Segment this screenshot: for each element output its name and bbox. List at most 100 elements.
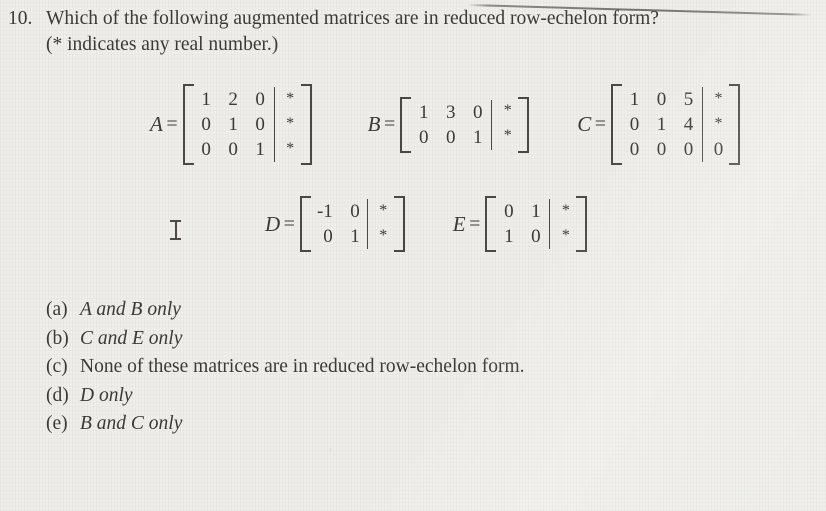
cell: 1 bbox=[531, 201, 541, 222]
cell: 0 bbox=[350, 201, 360, 222]
choice-c[interactable]: (c) None of these matrices are in reduced… bbox=[46, 353, 525, 382]
matrix-c-label: C bbox=[577, 112, 592, 136]
matrix-row: 1 3 0 * bbox=[410, 98, 520, 125]
matrix-d-grid: -1 0 * 0 1 * bbox=[310, 198, 395, 249]
question-line-1: Which of the following augmented matrice… bbox=[46, 8, 659, 29]
choice-b[interactable]: (b) C and E only bbox=[46, 325, 525, 354]
matrix-a: A = 1 2 0 * 0 1 0 * 0 0 1 * bbox=[150, 84, 312, 165]
answer-choices: (a) A and B only (b) C and E only (c) None … bbox=[46, 296, 525, 439]
cell: 0 bbox=[418, 126, 429, 148]
choice-e-text: B and C only bbox=[80, 413, 183, 434]
choice-e[interactable]: (e) B and C only bbox=[46, 410, 525, 439]
cell: 0 bbox=[531, 226, 541, 247]
matrix-e: E = 0 1 * 1 0 * bbox=[453, 196, 588, 252]
choice-a-tag: (a) bbox=[46, 299, 68, 320]
choice-a[interactable]: (a) A and B only bbox=[46, 296, 525, 325]
augment-cell: * bbox=[549, 198, 578, 223]
matrix-d: D = -1 0 * 0 1 * bbox=[265, 196, 405, 252]
cell: 0 bbox=[323, 226, 333, 247]
matrix-e-grid: 0 1 * 1 0 * bbox=[495, 198, 578, 249]
cell: 1 bbox=[629, 89, 640, 110]
matrix-row: 1 2 0 * bbox=[193, 86, 302, 112]
matrix-a-brackets: 1 2 0 * 0 1 0 * 0 0 1 * bbox=[182, 84, 312, 165]
cell: 0 bbox=[255, 89, 265, 110]
augment-cell: * bbox=[491, 98, 520, 124]
matrix-row: 0 0 1 * bbox=[410, 123, 520, 150]
matrix-row-bottom: D = -1 0 * 0 1 * E = 0 1 * 1 0 * bbox=[265, 196, 588, 252]
cell: 1 bbox=[656, 114, 667, 135]
choice-d[interactable]: (d) D only bbox=[46, 382, 525, 411]
matrix-row: 0 1 * bbox=[310, 223, 395, 249]
matrix-row: 1 0 5 * bbox=[621, 86, 731, 112]
augment-cell: * bbox=[702, 111, 731, 136]
choice-b-text: C and E only bbox=[80, 327, 183, 349]
matrix-c-grid: 1 0 5 * 0 1 4 * 0 0 0 0 bbox=[621, 86, 731, 162]
matrix-c-brackets: 1 0 5 * 0 1 4 * 0 0 0 0 bbox=[611, 84, 741, 165]
matrix-a-label: A bbox=[150, 112, 164, 136]
choice-c-text: None of these matrices are in reduced ro… bbox=[80, 356, 525, 377]
augment-cell: * bbox=[273, 111, 302, 136]
cell: 1 bbox=[472, 126, 483, 148]
matrix-row: 0 0 0 0 bbox=[621, 137, 731, 162]
cell: 4 bbox=[683, 114, 694, 135]
cell: 0 bbox=[504, 201, 514, 222]
cell: 0 bbox=[683, 139, 694, 160]
cell: 0 bbox=[656, 139, 667, 160]
matrix-b-brackets: 1 3 0 * 0 0 1 * bbox=[400, 96, 530, 153]
matrix-row: 0 1 * bbox=[495, 198, 578, 224]
matrix-b-equals: = bbox=[383, 113, 396, 135]
matrix-b-label: B bbox=[367, 112, 381, 136]
question-line-2: (* indicates any real number.) bbox=[46, 34, 279, 55]
choice-d-tag: (d) bbox=[46, 384, 69, 406]
matrix-row: 0 0 1 * bbox=[193, 136, 302, 162]
cell: -1 bbox=[316, 201, 333, 222]
matrix-c: C = 1 0 5 * 0 1 4 * 0 0 0 0 bbox=[577, 84, 741, 165]
choice-d-text: D only bbox=[80, 384, 133, 406]
matrix-row: 1 0 * bbox=[495, 223, 578, 249]
choice-a-text: A and B only bbox=[80, 299, 181, 320]
cell: 2 bbox=[228, 89, 238, 110]
cell: 1 bbox=[201, 89, 211, 110]
augment-cell: * bbox=[549, 223, 578, 248]
cell: 0 bbox=[656, 89, 667, 110]
matrix-row: -1 0 * bbox=[310, 198, 395, 224]
cell: 1 bbox=[504, 226, 514, 247]
question-number: 10. bbox=[8, 8, 33, 29]
matrix-row: 0 1 0 * bbox=[193, 111, 302, 137]
cell: 1 bbox=[418, 101, 429, 123]
matrix-e-label: E bbox=[452, 211, 467, 236]
cell: 0 bbox=[629, 139, 640, 160]
cell: 0 bbox=[629, 114, 640, 135]
matrix-d-brackets: -1 0 * 0 1 * bbox=[299, 196, 405, 252]
choice-b-tag: (b) bbox=[46, 327, 69, 349]
cell: 3 bbox=[445, 101, 456, 123]
cell: 5 bbox=[683, 89, 694, 110]
augment-cell: * bbox=[273, 136, 302, 161]
augment-cell: 0 bbox=[702, 137, 731, 162]
cell: 0 bbox=[445, 126, 456, 148]
question-stem: 10. Which of the following augmented mat… bbox=[8, 6, 708, 58]
matrix-d-label: D bbox=[265, 211, 281, 236]
augment-cell: * bbox=[366, 198, 395, 223]
cell: 0 bbox=[472, 101, 483, 123]
cell: 1 bbox=[255, 139, 265, 160]
cell: 0 bbox=[201, 114, 211, 135]
matrix-a-equals: = bbox=[166, 113, 178, 135]
cell: 0 bbox=[255, 114, 265, 135]
augment-cell: * bbox=[491, 123, 520, 149]
augment-cell: * bbox=[366, 223, 395, 248]
matrix-row: 0 1 4 * bbox=[621, 111, 731, 137]
cell: 0 bbox=[228, 139, 238, 160]
matrix-row-top: A = 1 2 0 * 0 1 0 * 0 0 1 * B = 1 3 0 * … bbox=[150, 84, 741, 165]
cell: 1 bbox=[350, 226, 360, 247]
augment-cell: * bbox=[273, 86, 302, 111]
matrix-a-grid: 1 2 0 * 0 1 0 * 0 0 1 * bbox=[193, 86, 302, 162]
augment-cell: * bbox=[702, 86, 731, 111]
cell: 1 bbox=[228, 114, 238, 135]
matrix-e-brackets: 0 1 * 1 0 * bbox=[485, 196, 588, 252]
matrix-d-equals: = bbox=[283, 212, 295, 235]
choice-c-tag: (c) bbox=[46, 356, 68, 377]
matrix-e-equals: = bbox=[469, 212, 481, 235]
choice-e-tag: (e) bbox=[46, 413, 68, 434]
matrix-c-equals: = bbox=[594, 113, 607, 135]
